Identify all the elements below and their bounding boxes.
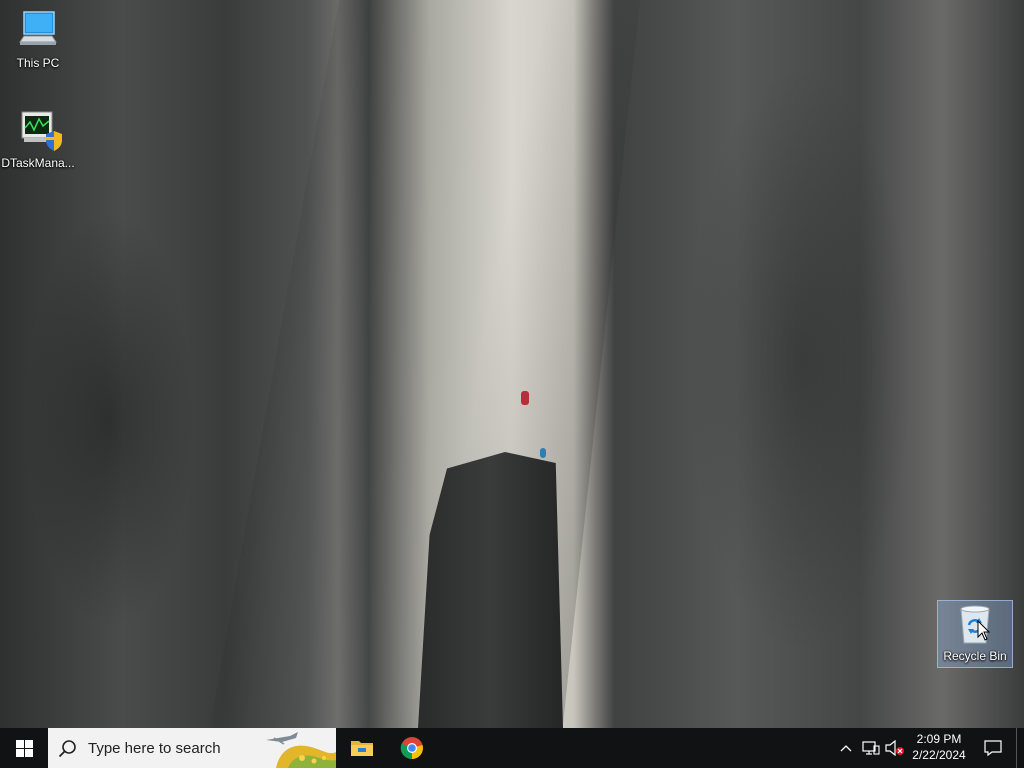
action-center-button[interactable] (978, 728, 1008, 768)
desktop-icon-label: Recycle Bin (943, 649, 1007, 663)
taskbar-app-file-explorer[interactable] (338, 728, 386, 768)
show-desktop-button[interactable] (1016, 728, 1024, 768)
tray-volume[interactable] (884, 728, 906, 768)
clock-date: 2/22/2024 (912, 748, 966, 762)
mouse-cursor-icon (977, 620, 991, 641)
task-manager-icon (21, 111, 62, 151)
taskbar-search-box[interactable]: Type here to search (48, 728, 336, 768)
windows-logo-icon (15, 739, 33, 757)
desktop-icon-dtaskmanager[interactable]: DTaskMana... (0, 108, 76, 170)
tray-network[interactable] (860, 728, 882, 768)
tray-clock[interactable]: 2:09 PM 2/22/2024 (906, 731, 972, 765)
search-highlight-illustration (262, 728, 336, 768)
network-icon (862, 741, 880, 755)
tray-show-hidden-icons[interactable] (836, 728, 856, 768)
wallpaper-climber (540, 448, 546, 458)
start-button[interactable] (0, 728, 48, 768)
taskbar-app-chrome[interactable] (388, 728, 436, 768)
chrome-icon (400, 737, 423, 760)
desktop-icon-label: DTaskMana... (1, 156, 75, 170)
file-explorer-icon (351, 741, 373, 756)
notification-icon (984, 740, 1002, 756)
wallpaper-climber (521, 391, 529, 405)
desktop-icon-label: This PC (16, 56, 60, 70)
volume-muted-icon (885, 740, 904, 756)
search-placeholder: Type here to search (88, 740, 221, 757)
taskbar: Type here to search 2:09 PM 2/22/2024 (0, 728, 1024, 768)
clock-time: 2:09 PM (916, 732, 962, 746)
search-icon (58, 740, 76, 758)
this-pc-icon (19, 11, 57, 45)
desktop-icon-this-pc[interactable]: This PC (0, 8, 76, 70)
desktop-icon-recycle-bin[interactable]: Recycle Bin (937, 600, 1013, 668)
chevron-up-icon (840, 745, 852, 752)
